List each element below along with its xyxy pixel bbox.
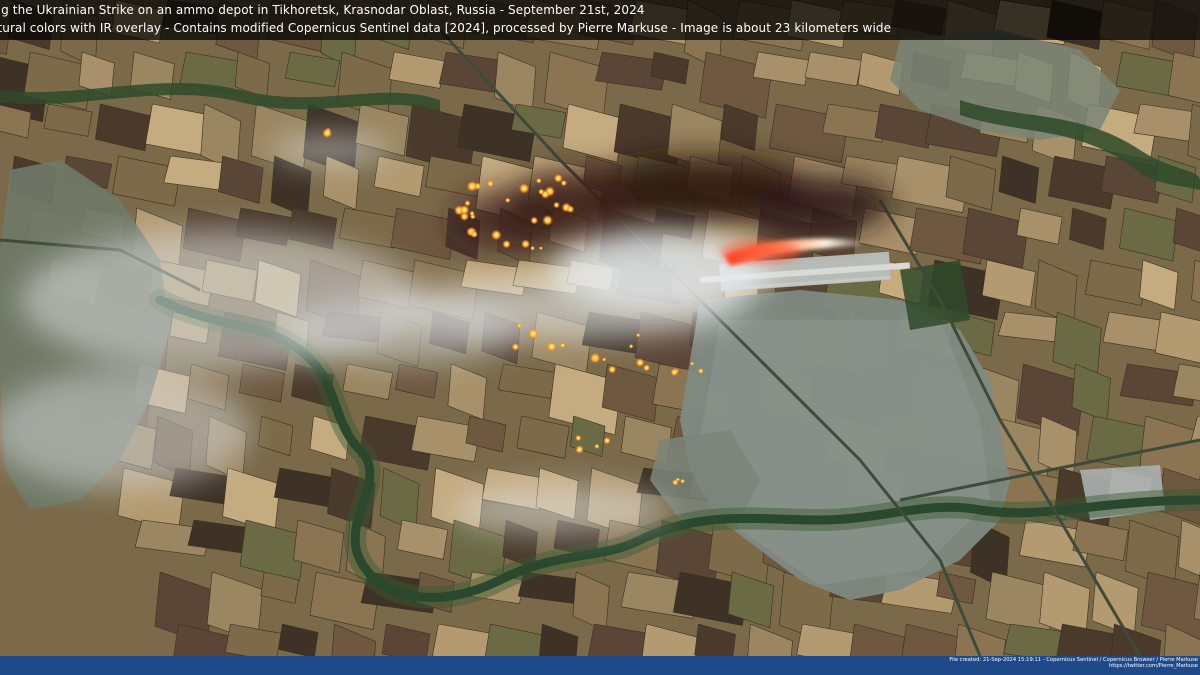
fire-hotspot: [602, 357, 607, 362]
plume-glow: [720, 240, 800, 264]
smoke-southwest: [0, 370, 250, 490]
fire-hotspot: [603, 436, 611, 445]
smoke-middle: [280, 295, 520, 365]
fire-hotspot: [502, 239, 511, 249]
caption-credits: atural colors with IR overlay - Contains…: [0, 21, 892, 35]
fire-hotspot: [559, 342, 566, 349]
image-caption-bar: ing the Ukrainian Strike on an ammo depo…: [0, 0, 1200, 40]
fire-hotspot: [670, 368, 679, 377]
fire-hotspot: [322, 127, 333, 139]
fire-hotspot: [518, 182, 530, 194]
fire-hotspot: [628, 343, 634, 349]
fire-hotspot: [516, 323, 523, 329]
fire-hotspot: [542, 214, 554, 226]
fire-hotspot: [511, 342, 520, 351]
footer-credits: File created: 21-Sep-2024 15:19:11 - Cop…: [898, 657, 1198, 669]
fire-hotspot: [520, 239, 531, 249]
fire-hotspot: [594, 443, 600, 450]
fire-hotspot: [486, 180, 494, 188]
fire-hotspot: [566, 205, 575, 214]
footer-bar: File created: 21-Sep-2024 15:19:11 - Cop…: [0, 656, 1200, 675]
fire-hotspot: [680, 478, 686, 484]
smoke-north: [270, 134, 390, 166]
fire-hotspot: [466, 180, 478, 192]
fire-hotspot: [553, 201, 560, 209]
footer-link[interactable]: https://twitter.com/Pierre_Markuse: [898, 663, 1198, 669]
fire-hotspot: [530, 216, 539, 225]
fire-hotspot: [459, 204, 470, 216]
fire-hotspot: [635, 358, 645, 368]
fire-hotspot: [504, 197, 511, 204]
fire-hotspot: [470, 230, 479, 239]
fire-hotspot: [575, 445, 584, 454]
fire-hotspot: [635, 332, 641, 338]
smoke-south: [450, 485, 670, 535]
fire-hotspot: [530, 245, 535, 251]
fire-hotspot: [574, 434, 582, 442]
fire-hotspot: [607, 365, 617, 374]
fire-hotspot: [592, 356, 597, 361]
satellite-scene: [0, 0, 1200, 656]
fire-hotspot: [642, 364, 651, 372]
fire-hotspot: [527, 328, 539, 340]
dark-smoke-east: [750, 177, 890, 233]
fire-hotspot: [538, 188, 545, 195]
fire-hotspot: [546, 341, 557, 352]
satellite-image-view: ing the Ukrainian Strike on an ammo depo…: [0, 0, 1200, 675]
fire-hotspot: [553, 173, 563, 183]
fire-hotspot: [469, 210, 475, 217]
vegetation-patch-airfield: [900, 260, 970, 330]
fire-hotspot: [538, 246, 543, 251]
fire-hotspot: [689, 361, 695, 366]
fire-hotspot: [671, 478, 679, 486]
fire-hotspot: [490, 229, 502, 241]
caption-title: ing the Ukrainian Strike on an ammo depo…: [0, 3, 645, 17]
fire-hotspot: [697, 367, 704, 375]
fire-hotspot: [535, 177, 542, 184]
